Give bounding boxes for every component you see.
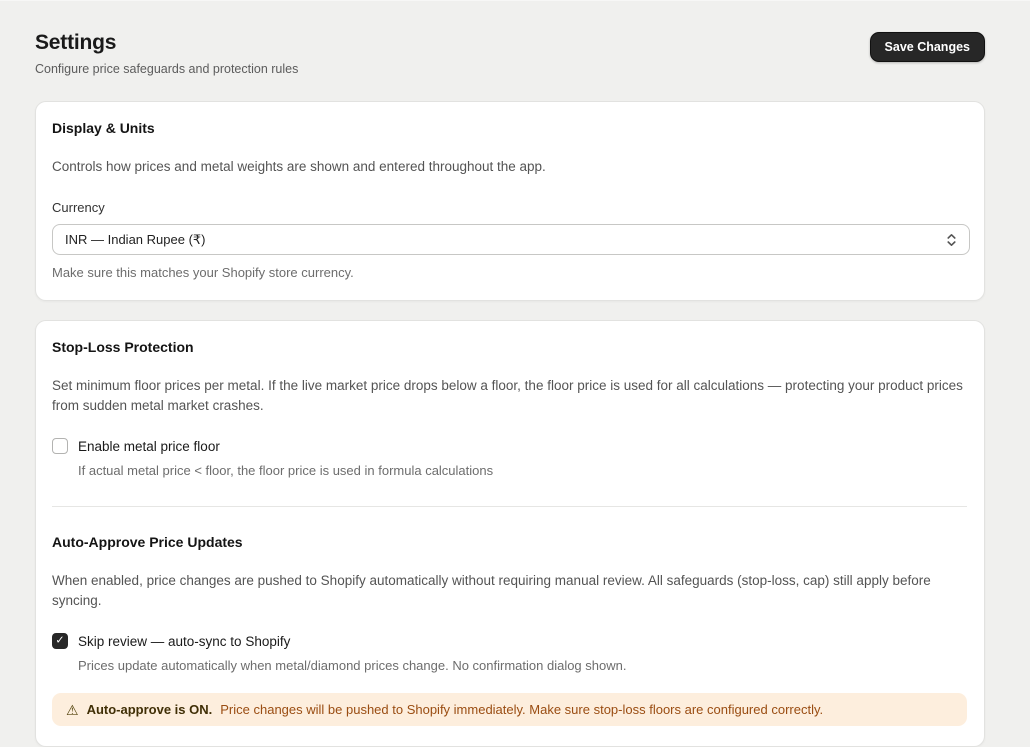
- page-title-block: Settings Configure price safeguards and …: [35, 31, 298, 76]
- stop-loss-heading: Stop-Loss Protection: [52, 339, 194, 355]
- currency-select[interactable]: INR — Indian Rupee (₹): [52, 224, 970, 255]
- save-changes-button[interactable]: Save Changes: [869, 32, 985, 62]
- skip-review-help: Prices update automatically when metal/d…: [78, 658, 627, 673]
- chevron-up-down-icon: [946, 232, 957, 248]
- warning-bold-text: Auto-approve is ON.: [86, 702, 213, 717]
- warning-triangle-icon: ⚠: [66, 701, 79, 718]
- currency-label: Currency: [52, 200, 105, 215]
- display-units-heading: Display & Units: [52, 120, 155, 136]
- settings-page: Settings Configure price safeguards and …: [35, 1, 985, 747]
- skip-review-label: Skip review — auto-sync to Shopify: [78, 633, 291, 649]
- enable-metal-price-floor-checkbox[interactable]: ✓: [52, 438, 68, 454]
- currency-help-text: Make sure this matches your Shopify stor…: [52, 265, 354, 280]
- protection-card: Stop-Loss Protection Set minimum floor p…: [35, 320, 985, 747]
- auto-approve-heading: Auto-Approve Price Updates: [52, 534, 243, 550]
- metal-price-floor-label: Enable metal price floor: [78, 438, 220, 454]
- auto-approve-description: When enabled, price changes are pushed t…: [52, 573, 931, 608]
- metal-price-floor-row: ✓ Enable metal price floor: [52, 438, 967, 454]
- display-units-description: Controls how prices and metal weights ar…: [52, 159, 546, 174]
- warning-text: Price changes will be pushed to Shopify …: [220, 702, 824, 717]
- metal-price-floor-help: If actual metal price < floor, the floor…: [78, 463, 494, 478]
- skip-review-row: ✓ Skip review — auto-sync to Shopify: [52, 633, 967, 649]
- page-header: Settings Configure price safeguards and …: [35, 31, 985, 76]
- page-title: Settings: [35, 31, 117, 54]
- section-divider: [52, 506, 967, 507]
- auto-approve-warning-banner: ⚠ Auto-approve is ON. Price changes will…: [52, 693, 967, 726]
- currency-selected-value: INR — Indian Rupee (₹): [65, 231, 206, 247]
- stop-loss-description: Set minimum floor prices per metal. If t…: [52, 378, 963, 413]
- page-subtitle: Configure price safeguards and protectio…: [35, 62, 299, 76]
- checkmark-icon: ✓: [55, 634, 65, 646]
- skip-review-checkbox[interactable]: ✓: [52, 633, 68, 649]
- display-units-card: Display & Units Controls how prices and …: [35, 101, 985, 301]
